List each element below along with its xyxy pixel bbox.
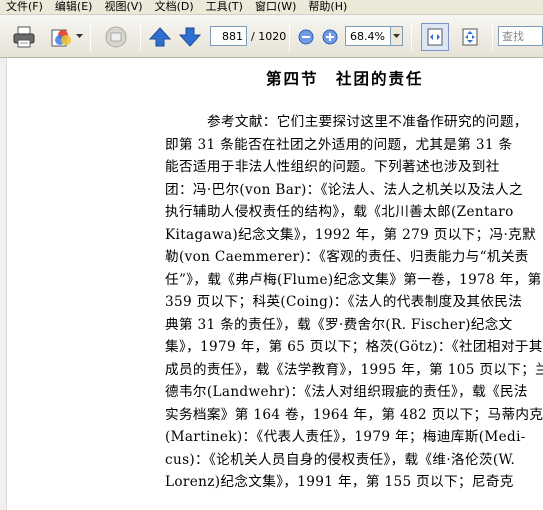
fit-width-button[interactable] (421, 23, 449, 51)
text-line: Kitagawa)纪念文集》，1992 年，第 279 页以下；冯·克默 (165, 226, 537, 243)
next-page-button[interactable] (178, 24, 202, 50)
chevron-down-icon (75, 33, 83, 38)
scan-button[interactable] (102, 23, 130, 51)
text-line: Lorenz)纪念文集》，1991 年，第 155 页以下；尼奇克 (165, 474, 514, 490)
menu-file[interactable]: 文件(F) (6, 0, 43, 14)
left-panel-edge (0, 58, 7, 510)
chevron-down-icon (393, 33, 400, 38)
toolbar-separator (492, 23, 493, 51)
section-heading: 第四节 社团的责任 (266, 69, 424, 88)
print-icon (13, 26, 35, 48)
toolbar-separator (90, 23, 91, 51)
zoom-out-button[interactable] (296, 27, 316, 47)
text-line: cus)：《论机关人员自身的侵权责任》，载《维·洛伦茨(W. (165, 451, 516, 468)
text-line: 即第 31 条能否在社团之外适用的问题，尤其是第 31 条 (165, 136, 513, 153)
text-line: 成员的责任》，载《法学教育》，1995 年，第 105 页以下；兰 (165, 361, 543, 378)
fit-width-icon (427, 28, 443, 46)
search-input[interactable]: 查找 (498, 26, 543, 46)
text-line: (Martinek)：《代表人责任》，1979 年；梅迪库斯(Medi- (165, 429, 526, 445)
text-line: 团：冯·巴尔(von Bar)：《论法人、法人之机关以及法人之 (165, 181, 523, 198)
text-line: 典第 31 条的责任》，载《罗·费舍尔(R. Fischer)纪念文 (165, 316, 513, 333)
zoom-dropdown[interactable] (391, 26, 403, 46)
menu-view[interactable]: 视图(V) (104, 0, 142, 14)
print-button[interactable] (10, 23, 38, 51)
text-line: 任”》，载《弗卢梅(Flume)纪念文集》第一卷，1978 年，第 (165, 271, 542, 288)
text-line: 能否适用于非法人性组织的问题。下列著述也涉及到社 (165, 159, 500, 175)
zoom-in-icon (322, 29, 338, 45)
text-line: 执行辅助人侵权责任的结构》，载《北川善太郎(Zentaro (165, 204, 514, 220)
page-number-input[interactable]: 881 (210, 26, 247, 46)
text-line: 集》，1979 年，第 65 页以下；格茨(Götz)：《社团相对于其 (165, 339, 543, 355)
toolbar-separator (411, 23, 412, 51)
previous-page-button[interactable] (148, 24, 172, 50)
menu-edit[interactable]: 编辑(E) (55, 0, 93, 14)
document-page: 第四节 社团的责任 参考文献：它们主要探讨这里不准备作研究的问题， 即第 31 条… (8, 58, 543, 510)
menu-document[interactable]: 文档(D) (155, 0, 194, 14)
color-print-button[interactable] (48, 23, 74, 51)
menu-window[interactable]: 窗口(W) (255, 0, 296, 14)
menu-help[interactable]: 帮助(H) (308, 0, 347, 14)
text-line: 参考文献：它们主要探讨这里不准备作研究的问题， (207, 114, 528, 130)
page-count: / 1020 (251, 29, 287, 43)
zoom-level-input[interactable]: 68.4% (345, 26, 391, 46)
previous-page-icon (149, 27, 171, 47)
zoom-in-button[interactable] (320, 27, 340, 47)
next-page-icon (179, 27, 201, 47)
color-print-icon (51, 29, 71, 47)
menu-bar: 文件(F) 编辑(E) 视图(V) 文档(D) 工具(T) 窗口(W) 帮助(H… (0, 0, 543, 15)
scan-icon (105, 26, 127, 48)
menu-tools[interactable]: 工具(T) (206, 0, 243, 14)
text-line: 359 页以下；科英(Coing)：《法人的代表制度及其依民法 (165, 294, 523, 310)
text-line: 德韦尔(Landwehr)：《法人对组织瑕疵的责任》，载《民法 (165, 384, 528, 400)
fit-page-icon (462, 28, 478, 46)
text-line: 实务档案》第 164 卷，1964 年，第 482 页以下；马蒂内克 (165, 406, 543, 423)
fit-page-button[interactable] (456, 23, 484, 51)
color-print-dropdown[interactable] (75, 31, 83, 41)
toolbar-separator (289, 23, 290, 51)
toolbar: 881 / 1020 68.4% 查找 (0, 15, 543, 58)
toolbar-separator (140, 23, 141, 51)
zoom-out-icon (298, 29, 314, 45)
text-line: 勒(von Caemmerer)：《客观的责任、归责能力与“机关责 (165, 249, 529, 265)
